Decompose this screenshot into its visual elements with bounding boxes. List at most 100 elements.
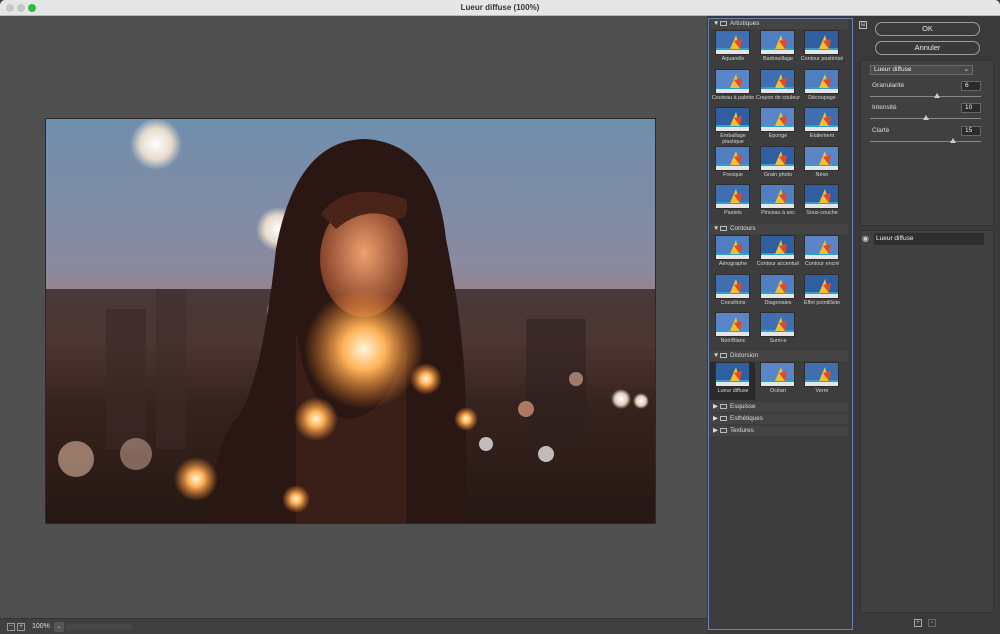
filter-thumbnail[interactable] xyxy=(804,184,839,209)
param-slider[interactable] xyxy=(870,93,981,98)
param-label: Intensité xyxy=(872,104,897,111)
filter-label: Eponge xyxy=(768,133,788,139)
filter-label: Grain photo xyxy=(763,171,793,178)
zoom-in-button[interactable]: + xyxy=(17,623,25,631)
folder-icon xyxy=(720,20,727,26)
filter-thumbnail[interactable] xyxy=(760,273,795,299)
filter-label: Néon xyxy=(815,171,829,178)
filter-thumbnail[interactable] xyxy=(715,273,750,299)
filter-label: Pastels xyxy=(724,210,742,216)
folder-icon xyxy=(720,352,727,358)
window-titlebar: Lueur diffuse (100%) xyxy=(0,0,1000,16)
filter-thumbnail[interactable] xyxy=(715,107,750,132)
filter-thumbnail[interactable] xyxy=(715,235,750,260)
filter-label: Noir/Blanc xyxy=(720,338,746,344)
slider-knob[interactable] xyxy=(933,93,940,98)
filter-label: Contour accentué xyxy=(756,261,800,267)
eye-icon[interactable]: ◉ xyxy=(862,234,872,244)
filter-thumbnail[interactable] xyxy=(804,145,839,171)
filter-thumbnail[interactable] xyxy=(715,145,750,171)
filter-thumbnail[interactable] xyxy=(804,107,839,132)
collapse-triangle-icon: ▼ xyxy=(713,225,720,232)
category-esthétiques[interactable]: ▶ Esthétiques xyxy=(710,414,848,424)
filter-thumbnail[interactable] xyxy=(760,312,795,337)
folder-icon xyxy=(720,225,727,231)
filter-thumbnail[interactable] xyxy=(804,68,839,94)
filter-thumbnail[interactable] xyxy=(760,184,795,209)
chevron-down-icon: ⌄ xyxy=(963,66,969,73)
filter-label: Effet pointilliste xyxy=(803,299,841,306)
param-label: Clarté xyxy=(872,127,890,134)
filter-label: Fresque xyxy=(723,171,743,178)
toggle-gallery-icon[interactable]: ⊟ xyxy=(859,21,867,29)
filter-label: Aérographe xyxy=(718,261,748,267)
filter-thumbnail[interactable] xyxy=(715,30,750,55)
param-value-field[interactable]: 6 xyxy=(961,81,981,91)
folder-icon xyxy=(720,403,727,409)
param-value-field[interactable]: 10 xyxy=(961,103,981,113)
filter-label: Crayon de couleur xyxy=(755,94,801,101)
filter-thumbnail[interactable] xyxy=(760,362,795,387)
category-label: Distorsion xyxy=(730,352,758,359)
category-artistiques[interactable]: ▼ Artistiques xyxy=(710,19,848,29)
expand-triangle-icon: ▶ xyxy=(713,403,718,410)
filter-label: Sous-couche xyxy=(806,210,838,216)
category-label: Contours xyxy=(730,225,756,232)
filter-label: Découpage xyxy=(808,94,836,101)
cancel-button[interactable]: Annuler xyxy=(875,41,980,55)
filter-label: Océan xyxy=(770,388,786,394)
folder-icon xyxy=(720,415,727,421)
zoom-bar: − + 100% ⌄ xyxy=(0,618,707,634)
filter-thumbnail[interactable] xyxy=(715,68,750,94)
category-esquisse[interactable]: ▶ Esquisse xyxy=(710,402,848,412)
expand-triangle-icon: ▶ xyxy=(713,415,718,422)
delete-effect-layer-icon[interactable]: ▪ xyxy=(928,619,936,627)
param-slider[interactable] xyxy=(870,138,981,143)
new-effect-layer-icon[interactable]: + xyxy=(914,619,922,627)
filter-thumbnail[interactable] xyxy=(715,362,750,387)
filter-label: Barbouillage xyxy=(763,56,793,62)
filter-label: Contour postérisé xyxy=(800,56,844,62)
filter-label: Contour encré xyxy=(804,261,840,267)
filter-thumbnail[interactable] xyxy=(760,235,795,260)
category-textures[interactable]: ▶ Textures xyxy=(710,426,848,436)
filter-thumbnail[interactable] xyxy=(760,68,795,94)
filter-select[interactable]: Lueur diffuse ⌄ xyxy=(870,65,973,75)
param-slider[interactable] xyxy=(870,115,981,120)
filter-label: Verre xyxy=(815,388,829,394)
slider-knob[interactable] xyxy=(922,115,929,120)
effect-layer-item[interactable]: Lueur diffuse xyxy=(874,233,984,245)
category-distorsion[interactable]: ▼ Distorsion xyxy=(710,351,848,361)
zoom-track xyxy=(66,624,132,630)
category-label: Esthétiques xyxy=(730,415,763,422)
filter-select-value: Lueur diffuse xyxy=(874,66,912,73)
category-contours[interactable]: ▼ Contours xyxy=(710,224,848,234)
window-title: Lueur diffuse (100%) xyxy=(460,3,540,12)
filter-label: Aquarelle xyxy=(721,56,745,62)
ok-button[interactable]: OK xyxy=(875,22,980,36)
zoom-level: 100% xyxy=(32,623,50,630)
filter-thumbnail[interactable] xyxy=(804,273,839,299)
folder-icon xyxy=(720,427,727,433)
filter-thumbnail[interactable] xyxy=(760,30,795,55)
collapse-triangle-icon: ▼ xyxy=(713,20,720,27)
filter-thumbnail[interactable] xyxy=(804,30,839,55)
filter-thumbnail[interactable] xyxy=(715,312,750,337)
preview-canvas[interactable] xyxy=(0,16,707,618)
filter-thumbnail[interactable] xyxy=(804,362,839,387)
preview-image xyxy=(45,118,656,524)
filter-label: Etalement xyxy=(809,133,835,139)
zoom-out-button[interactable]: − xyxy=(7,623,15,631)
filter-thumbnail[interactable] xyxy=(760,107,795,132)
expand-triangle-icon: ▶ xyxy=(713,427,718,434)
filter-thumbnail[interactable] xyxy=(804,235,839,260)
filter-label: Emballage plastique xyxy=(720,133,746,145)
zoom-dropdown[interactable]: ⌄ xyxy=(54,622,64,632)
category-label: Artistiques xyxy=(730,20,760,27)
param-label: Granularité xyxy=(872,82,905,89)
filter-thumbnail[interactable] xyxy=(715,184,750,209)
filter-thumbnail[interactable] xyxy=(760,145,795,171)
param-value-field[interactable]: 15 xyxy=(961,126,981,136)
slider-knob[interactable] xyxy=(950,138,957,143)
filter-label: Lueur diffuse xyxy=(717,388,749,394)
